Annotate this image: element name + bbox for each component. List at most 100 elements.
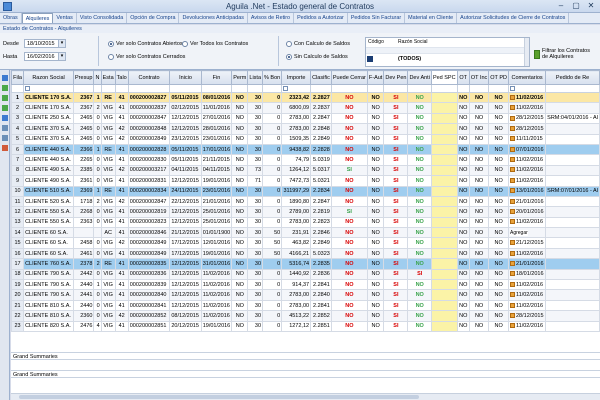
client-filter-grid[interactable]: Código Razón Social (TODOS)	[365, 37, 530, 67]
table-row[interactable]: 9 CLIENTE 490 S.A. 2361 0 VIG 41 000200002831 1…	[11, 175, 600, 187]
filter-cell[interactable]	[231, 84, 249, 93]
column-header-10[interactable]: Lista	[247, 70, 264, 85]
comment-icon[interactable]	[510, 198, 515, 204]
filter-icon[interactable]	[510, 85, 515, 91]
column-header-12[interactable]: Importe	[281, 70, 312, 85]
radio-solo-abiertos[interactable]: Ver solo Contratos Abiertos	[108, 41, 183, 47]
table-row[interactable]: 12 CLIENTE 550 S.A. 2268 0 VIG 41 000200002819…	[11, 206, 600, 218]
comment-icon[interactable]	[510, 94, 515, 100]
tab-7[interactable]: Pedidos a Autorizar	[294, 13, 348, 23]
filter-scrollbar[interactable]	[524, 38, 529, 66]
filter-icon[interactable]	[283, 85, 289, 91]
close-button[interactable]: ✕	[584, 1, 598, 11]
comment-icon[interactable]	[510, 240, 515, 246]
table-row[interactable]: 23 CLIENTE 820 S.A. 2476 4 VIG 41 000200002851…	[11, 320, 600, 333]
column-header-18[interactable]: Ped SPC	[430, 70, 458, 85]
comment-icon[interactable]	[510, 281, 515, 287]
pdf-icon[interactable]	[2, 145, 8, 151]
filter-cell[interactable]	[366, 84, 385, 93]
table-row[interactable]: 22 CLIENTE 810 S.A. 2360 0 VIG 42 000200002852…	[11, 310, 600, 322]
filter-cell[interactable]	[169, 84, 202, 93]
column-header-15[interactable]: F-Aut	[366, 70, 385, 85]
filter-cell[interactable]	[330, 84, 368, 93]
filter-cell[interactable]	[545, 84, 600, 93]
tab-5[interactable]: Devoluciones Anticipadas	[179, 13, 248, 23]
desde-date-input[interactable]: 18/10/2015 ▾	[24, 39, 66, 48]
table-row[interactable]: 2 CLIENTE 170 S.A. 2367 2 VIG 41 000200002837 0…	[11, 102, 600, 114]
hasta-date-input[interactable]: 16/02/2016 ▾	[24, 52, 66, 61]
comment-icon[interactable]	[510, 146, 515, 152]
table-row[interactable]: 6 CLIENTE 440 S.A. 2366 1 RE 41 000200002828 05…	[11, 143, 600, 156]
column-header-9[interactable]: Perm	[231, 70, 249, 85]
radio-solo-cerrados[interactable]: Ver solo Contratos Cerrados	[108, 54, 185, 60]
column-header-23[interactable]: Pedido de Re	[545, 70, 600, 85]
filter-cell[interactable]	[93, 84, 102, 93]
column-header-14[interactable]: Puede Cerrar	[330, 70, 368, 85]
column-header-7[interactable]: Inicio	[169, 70, 202, 85]
filter-cell[interactable]	[507, 84, 547, 93]
table-row[interactable]: 3 CLIENTE 250 S.A. 2465 0 VIG 41 000200002847 1…	[11, 112, 600, 125]
tab-10[interactable]: Autorizar Solicitudes de Cierre de Contr…	[457, 13, 570, 23]
filter-row[interactable]	[11, 84, 600, 93]
tab-9[interactable]: Material en Cliente	[405, 13, 458, 23]
filter-cell[interactable]	[200, 84, 233, 93]
export-icon[interactable]	[2, 135, 8, 141]
column-header-13[interactable]: Clasific	[310, 70, 332, 85]
comment-icon[interactable]	[510, 271, 515, 277]
filter-icon[interactable]	[25, 85, 31, 91]
filter-cell[interactable]	[73, 84, 95, 93]
table-row[interactable]: 14 CLIENTE 60 S.A. AC 41 000200002846 21/12/2…	[11, 227, 600, 239]
column-header-19[interactable]: OT	[456, 70, 470, 85]
filter-cell[interactable]	[488, 84, 509, 93]
column-header-5[interactable]: Talo	[114, 70, 129, 85]
radio-con-saldos[interactable]: Con Calculo de Saldos	[286, 41, 350, 47]
edit-icon[interactable]	[2, 95, 8, 101]
comment-icon[interactable]	[510, 177, 515, 183]
column-header-20[interactable]: OT Inc	[468, 70, 490, 85]
radio-todos-contratos[interactable]: Ver Todos los Contratos	[182, 41, 248, 47]
column-header-4[interactable]: Esta	[100, 70, 116, 85]
column-header-16[interactable]: Dev Pen	[383, 70, 409, 85]
tab-4[interactable]: Opción de Compra	[127, 13, 180, 23]
tab-2[interactable]: Ventas	[53, 13, 77, 23]
table-row[interactable]: 15 CLIENTE 60 S.A. 2458 0 VIG 42 000200002849 1…	[11, 237, 600, 249]
cell-comentarios[interactable]: Agregar	[507, 227, 547, 239]
filter-contracts-button[interactable]: Filtrar los Contratos de Alquileres	[534, 45, 596, 63]
filter-cell[interactable]	[383, 84, 409, 93]
comment-icon[interactable]	[510, 292, 515, 298]
filter-cell[interactable]	[281, 84, 312, 93]
table-row[interactable]: 10 CLIENTE 510 S.A. 2369 1 RE 41 000200002834 2…	[11, 185, 600, 197]
table-row[interactable]: 5 CLIENTE 370 S.A. 2465 0 VIG 42 000200002849 2…	[11, 133, 600, 145]
column-header-0[interactable]: Fila	[11, 70, 25, 85]
comment-icon[interactable]	[510, 312, 515, 318]
comment-icon[interactable]	[510, 136, 515, 142]
column-header-17[interactable]: Dev Anti	[407, 70, 432, 85]
chevron-down-icon[interactable]: ▾	[58, 40, 65, 47]
filter-row-todos[interactable]	[366, 55, 529, 63]
table-row[interactable]: 18 CLIENTE 790 S.A. 2442 0 VIG 41 000200002836…	[11, 268, 600, 281]
comment-icon[interactable]	[510, 323, 515, 329]
filter-cell[interactable]	[114, 84, 129, 93]
tab-0[interactable]: Obras	[0, 13, 22, 23]
filter-cell[interactable]	[430, 84, 458, 93]
table-row[interactable]: 1 CLIENTE 170 S.A. 2367 1 RE 41 000200002827 05…	[11, 91, 600, 104]
comment-icon[interactable]	[510, 125, 515, 131]
confirm-icon[interactable]	[2, 105, 8, 111]
scroll-thumb[interactable]	[19, 395, 419, 399]
comment-icon[interactable]	[510, 188, 515, 194]
tab-6[interactable]: Avisos de Retiro	[248, 13, 295, 23]
filter-cell[interactable]	[468, 84, 490, 93]
horizontal-scrollbar[interactable]	[11, 393, 600, 400]
comment-icon[interactable]	[510, 302, 515, 308]
filter-cell[interactable]	[262, 84, 283, 93]
tab-8[interactable]: Pedidos Sin Facturar	[348, 13, 406, 23]
filter-cell[interactable]	[23, 84, 75, 93]
table-row[interactable]: 17 CLIENTE 760 S.A. 2378 2 RE 41 000200002835 1…	[11, 258, 600, 270]
table-row[interactable]: 19 CLIENTE 790 S.A. 2440 1 VIG 41 000200002839…	[11, 279, 600, 291]
table-row[interactable]: 13 CLIENTE 550 S.A. 2363 0 VIG 41 000200002823…	[11, 216, 600, 229]
column-header-22[interactable]: Comentarios	[507, 70, 547, 85]
contracts-grid[interactable]: Fila Razon Social Presup N Esta Talo Contrato I…	[11, 70, 600, 352]
filter-cell[interactable]	[247, 84, 264, 93]
table-row[interactable]: 8 CLIENTE 490 S.A. 2385 0 VIG 42 000200003217 0…	[11, 164, 600, 177]
column-header-8[interactable]: Fin	[200, 70, 233, 85]
